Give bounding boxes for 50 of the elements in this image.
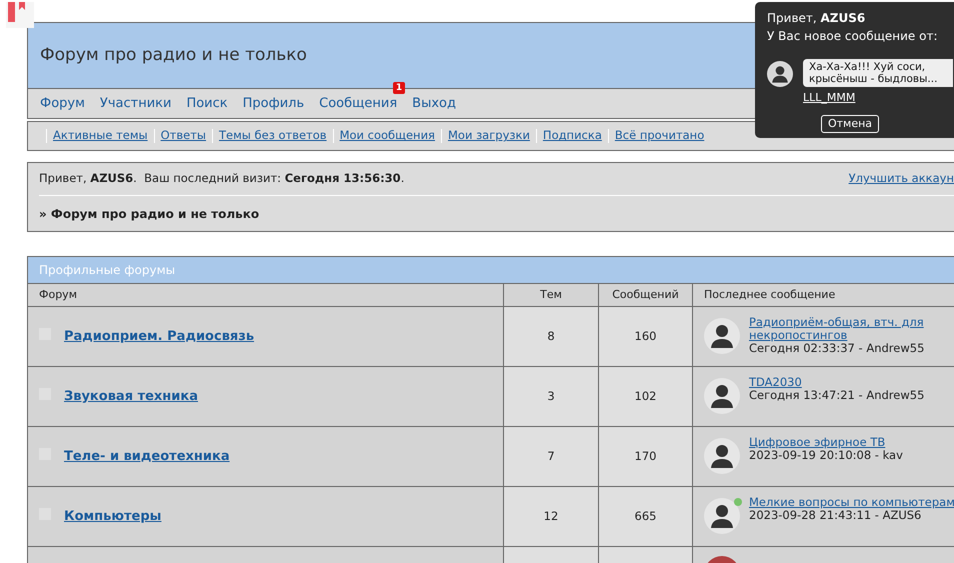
nav-link[interactable]: Поиск	[186, 96, 228, 111]
message-bubble: Ха-Ха-Ха!!! Хуй соси, крысёныш - быдловы...	[803, 59, 953, 87]
posts-cell: 170	[598, 427, 692, 486]
nav-link[interactable]: Участники	[100, 96, 172, 111]
bookmark-icon[interactable]	[6, 2, 34, 28]
nav-link[interactable]: Выход	[412, 96, 456, 111]
breadcrumb: » Форум про радио и не только	[39, 206, 260, 222]
avatar-icon	[704, 318, 740, 354]
last-post-link[interactable]: Цифровое эфирное ТВ	[749, 436, 954, 449]
avatar-icon	[704, 498, 740, 534]
forum-title: Форум про радио и не только	[40, 44, 307, 67]
sender-link[interactable]: LLL_MMM	[803, 90, 953, 106]
last-post-link[interactable]: Радиоприём-общая, втч. для некропостингов	[749, 316, 954, 342]
forum-link[interactable]: Звуковая техника	[64, 386, 198, 406]
sub-nav-link[interactable]: Темы без ответов	[219, 127, 327, 145]
sub-nav-link[interactable]: Мои загрузки	[448, 127, 530, 145]
sub-nav-link[interactable]: Активные темы	[53, 127, 148, 145]
forum-link[interactable]: Радиоприем. Радиосвязь	[64, 326, 254, 346]
welcome-text: Привет, AZUS6. Ваш последний визит: Сегодня 13:56:30.	[39, 170, 404, 188]
cancel-button[interactable]: Отмена	[820, 114, 880, 132]
category-title: Профильные форумы	[39, 262, 176, 279]
posts-cell: 665	[598, 487, 692, 546]
popup-greeting: Привет, AZUS6	[767, 10, 866, 27]
nav-link[interactable]: Форум	[40, 96, 85, 111]
topics-cell: 8	[503, 307, 598, 366]
last-post-link[interactable]: TDA2030	[749, 376, 954, 389]
sub-nav-link[interactable]: Ответы	[160, 127, 206, 145]
forum-link[interactable]: Компьютеры	[64, 506, 162, 526]
last-post-meta: Сегодня 02:33:37 - Andrew55	[749, 342, 926, 355]
last-post-meta: 2023-09-19 20:10:08 - kav	[749, 449, 904, 462]
popup-subtitle: У Вас новое сообщение от:	[767, 28, 939, 45]
avatar-icon	[704, 378, 740, 414]
posts-cell: 102	[598, 367, 692, 426]
sender-avatar-icon	[767, 59, 793, 89]
sub-nav-link[interactable]: Всё прочитано	[614, 127, 704, 145]
last-post-meta: Сегодня 13:47:21 - Andrew55	[749, 389, 926, 402]
topics-cell: 12	[503, 487, 598, 546]
topics-cell: 3	[503, 367, 598, 426]
nav-link[interactable]: Профиль	[242, 96, 304, 111]
sub-nav-link[interactable]: Мои сообщения	[340, 127, 435, 145]
last-post-meta: 2023-09-28 21:43:11 - AZUS6	[749, 509, 922, 522]
topics-cell: 7	[503, 427, 598, 486]
posts-cell: 160	[598, 307, 692, 366]
sub-nav-link[interactable]: Подписка	[542, 127, 602, 145]
last-post-link[interactable]: Мелкие вопросы по компьютерам	[749, 496, 954, 509]
avatar-icon	[704, 438, 740, 474]
nav-link[interactable]: Сообщения	[319, 96, 398, 111]
column-header: Форум	[38, 286, 78, 303]
forum-link[interactable]: Теле- и видеотехника	[64, 446, 230, 466]
upgrade-link[interactable]: Улучшить аккаун	[848, 170, 954, 188]
